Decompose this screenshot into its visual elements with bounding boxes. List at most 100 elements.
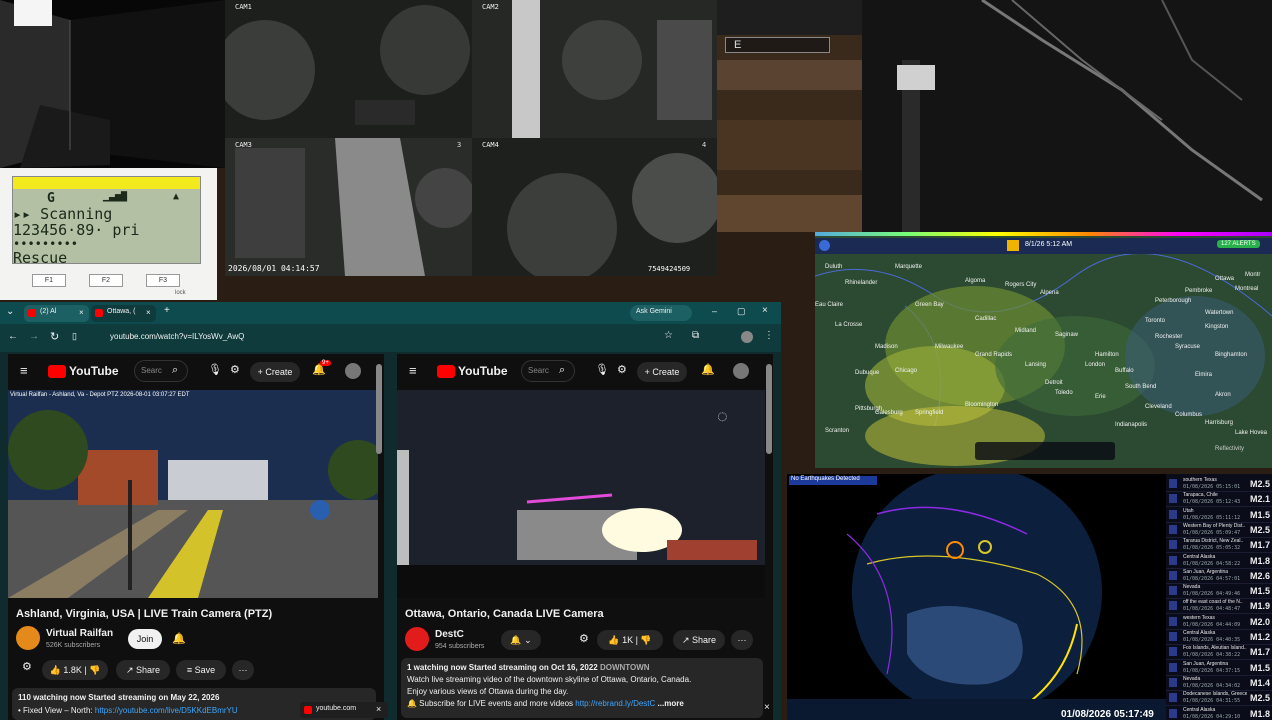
tab-1[interactable]: (2) Al ×	[24, 305, 89, 322]
window-close-icon[interactable]: ×	[762, 305, 768, 316]
hamburger-icon[interactable]: ≡	[20, 363, 28, 378]
radar-alerts-badge[interactable]: 127 ALERTS	[1217, 240, 1260, 248]
quake-list-item[interactable]: Nevada 01/08/2026 04:34:02 M1.4	[1166, 675, 1272, 691]
quake-list-item[interactable]: western Texas 01/08/2026 04:44:09 M2.0	[1166, 614, 1272, 630]
cam4-label: CAM4	[482, 141, 499, 149]
like-button[interactable]: 👍 1K | 👎	[597, 630, 663, 650]
forward-icon[interactable]: →	[29, 331, 39, 342]
quake-list-item[interactable]: Central Alaska 01/08/2026 04:58:22 M1.8	[1166, 553, 1272, 569]
quake-list-item[interactable]: Fox Islands, Aleutian Island.. 01/08/2026…	[1166, 644, 1272, 661]
quake-list-item[interactable]: Central Alaska 01/08/2026 04:40:35 M1.2	[1166, 629, 1272, 645]
channel-name[interactable]: DestC	[435, 629, 464, 640]
gear-icon[interactable]: ⚙	[579, 632, 589, 645]
f2-key[interactable]: F2	[89, 274, 123, 287]
radar-controls[interactable]	[975, 442, 1115, 460]
avatar[interactable]	[345, 363, 361, 379]
radar-city-label: Rhinelander	[845, 280, 878, 286]
join-button[interactable]: Join	[128, 629, 162, 649]
description-box[interactable]: 1 watching now Started streaming on Oct …	[401, 658, 763, 718]
quake-list-item[interactable]: off the east coast of the N.. 01/08/2026 …	[1166, 598, 1272, 615]
channel-name[interactable]: Virtual Railfan	[46, 628, 113, 639]
more-link[interactable]: ...more	[658, 699, 684, 708]
bookmark-icon[interactable]: ☆	[664, 330, 673, 341]
search-input[interactable]: Searc ⌕	[521, 360, 575, 382]
quake-list-item[interactable]: Tararua District, New Zeal.. 01/08/2026 0…	[1166, 537, 1272, 554]
quake-list-item[interactable]: Central Alaska 01/08/2026 04:29:10 M1.8	[1166, 706, 1272, 720]
save-button[interactable]: ≡ Save	[176, 660, 226, 680]
radar-city-label: Harrisburg	[1205, 420, 1234, 426]
train-station-scene	[8, 390, 384, 598]
close-icon[interactable]: ×	[146, 308, 151, 317]
share-button[interactable]: ↗ Share	[116, 660, 170, 680]
subscribe-bell-button[interactable]: 🔔 ⌄	[501, 630, 541, 650]
new-tab-icon[interactable]: +	[164, 305, 170, 316]
youtube-logo-icon[interactable]	[437, 365, 455, 378]
close-icon[interactable]: ×	[79, 308, 84, 317]
back-icon[interactable]: ←	[8, 331, 18, 342]
quake-magnitude: M2.5	[1249, 693, 1270, 704]
description-link[interactable]: https://youtube.com/live/D5KKdEBmrYU	[95, 706, 238, 715]
avatar[interactable]	[733, 363, 749, 379]
f1-key[interactable]: F1	[32, 274, 66, 287]
close-icon[interactable]: ×	[376, 704, 381, 714]
like-button[interactable]: 👍 1.8K | 👎	[42, 660, 108, 680]
bottom-tab-preview[interactable]: youtube.com ×	[300, 702, 388, 718]
quake-location: Central Alaska	[1183, 706, 1216, 713]
f3-key[interactable]: F3	[146, 274, 180, 287]
profile-avatar[interactable]	[741, 331, 753, 343]
radar-layer-icon[interactable]	[1007, 240, 1019, 251]
video-player-right[interactable]: ◌	[397, 390, 765, 598]
mic-icon[interactable]: 🎙	[208, 363, 222, 376]
gear-icon[interactable]: ⚙	[22, 660, 32, 673]
hamburger-icon[interactable]: ≡	[409, 363, 417, 378]
mic-icon[interactable]: 🎙	[595, 363, 609, 376]
more-button[interactable]: ⋯	[232, 660, 254, 680]
description-link[interactable]: http://rebrand.ly/DestC	[575, 699, 655, 708]
description-line-2: • Fixed View – North: https://youtube.co…	[18, 706, 238, 715]
quake-list-item[interactable]: Utah 01/08/2026 05:11:12 M1.5	[1166, 507, 1272, 523]
reload-icon[interactable]: ↻	[50, 330, 59, 343]
youtube-logo-icon[interactable]	[48, 365, 66, 378]
gear-icon[interactable]: ⚙	[617, 363, 627, 376]
channel-avatar[interactable]	[405, 627, 429, 651]
search-icon[interactable]: ⌕	[559, 364, 565, 377]
menu-icon[interactable]: ⋮	[764, 330, 774, 341]
gear-icon[interactable]: ⚙	[230, 363, 240, 376]
bell-icon[interactable]: 🔔	[172, 632, 186, 645]
extensions-icon[interactable]: ⧉	[692, 330, 699, 341]
site-info-icon[interactable]: ▯	[72, 331, 77, 342]
tab-2[interactable]: Ottawa, ( ×	[91, 305, 156, 322]
close-icon[interactable]: ×	[764, 702, 770, 713]
more-button[interactable]: ⋯	[731, 630, 753, 650]
ask-gemini-button[interactable]: Ask Gemini	[630, 305, 692, 321]
radar-city-label: Kingston	[1205, 324, 1229, 330]
search-icon[interactable]: ⌕	[172, 364, 178, 377]
create-button[interactable]: + Create	[250, 362, 300, 382]
quake-time: 01/08/2026 04:37:15	[1183, 667, 1241, 674]
radar-city-label: Binghamton	[1215, 352, 1248, 358]
search-input[interactable]: Searc ⌕	[134, 360, 188, 382]
create-button[interactable]: + Create	[637, 362, 687, 382]
scrollbar-left[interactable]	[376, 364, 382, 454]
tab-search-icon[interactable]: ⌄	[6, 306, 14, 317]
maximize-icon[interactable]: ▢	[737, 306, 746, 317]
channel-avatar[interactable]	[16, 626, 40, 650]
video-title: Ottawa, Ontario, Canada LIVE Camera	[405, 608, 604, 620]
earthquake-list[interactable]: southern Texas 01/08/2026 05:15:01 M2.5 Tar…	[1166, 474, 1272, 720]
address-input[interactable]: youtube.com/watch?v=ILYosWv_AwQ	[110, 332, 244, 341]
bell-icon[interactable]: 🔔	[701, 363, 715, 376]
quake-list-item[interactable]: Dodecanese Islands, Greece 01/08/2026 04:…	[1166, 690, 1272, 707]
share-button[interactable]: ↗ Share	[673, 630, 725, 650]
quake-list-item[interactable]: Western Bay of Plenty Dist.. 01/08/2026 0…	[1166, 522, 1272, 538]
description-tag[interactable]: DOWNTOWN	[600, 663, 650, 672]
scrollbar-right[interactable]	[766, 364, 772, 454]
quake-list-item[interactable]: southern Texas 01/08/2026 05:15:01 M2.5	[1166, 476, 1272, 492]
video-player-left[interactable]: Virtual Railfan - Ashland, Va - Depot PT…	[8, 390, 384, 598]
quake-list-item[interactable]: Nevada 01/08/2026 04:49:46 M1.5	[1166, 583, 1272, 600]
quake-list-item[interactable]: San Juan, Argentina 01/08/2026 04:57:01 M2…	[1166, 568, 1272, 584]
like-count: 1K	[622, 635, 634, 645]
quake-list-item[interactable]: San Juan, Argentina 01/08/2026 04:37:15 M1…	[1166, 660, 1272, 676]
quake-magnitude: M1.7	[1249, 647, 1270, 658]
minimize-icon[interactable]: –	[712, 306, 717, 316]
quake-list-item[interactable]: Tarapaca, Chile 01/08/2026 05:12:43 M2.1	[1166, 491, 1272, 508]
